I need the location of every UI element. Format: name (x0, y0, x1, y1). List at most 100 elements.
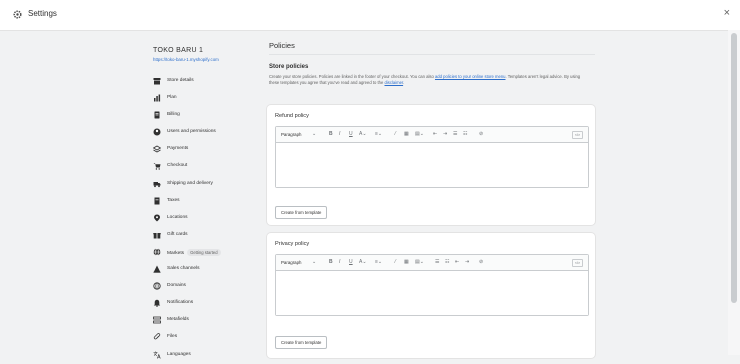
sidebar-item-label: Shipping and delivery (167, 180, 213, 186)
sidebar-item-checkout[interactable]: Checkout (139, 158, 255, 175)
show-html-button[interactable]: </> (572, 259, 583, 267)
sidebar-item-label: Users and permissions (167, 129, 216, 135)
link-icon[interactable]: ⁄ (395, 259, 396, 265)
sidebar-item-label-text: Markets (167, 250, 185, 256)
sidebar-item-payments[interactable]: Payments (139, 141, 255, 158)
numbered-list-icon[interactable]: ☷ (445, 259, 449, 265)
privacy-policy-editor[interactable] (276, 271, 588, 315)
align-icon[interactable]: ≡⌄ (375, 259, 382, 265)
image-icon[interactable]: ▦ (404, 131, 409, 137)
sidebar-item-sales-channels[interactable]: Sales channels (139, 261, 255, 278)
domain-icon (153, 282, 161, 290)
editor-toolbar: Paragraph ⌄ B I U A⌄ ≡⌄ ⁄ ▦ ▤⌄ ⇤ ⇥ ☰ ☷ ⊘… (276, 127, 588, 143)
clear-format-icon[interactable]: ⊘ (479, 259, 483, 265)
billing-icon (154, 111, 160, 119)
sidebar-item-metafields[interactable]: Metafields (139, 312, 255, 329)
close-icon[interactable]: × (724, 7, 730, 19)
sidebar-item-taxes[interactable]: Taxes (139, 193, 255, 210)
card-title: Privacy policy (275, 241, 310, 247)
sidebar-item-billing[interactable]: Billing (139, 107, 255, 124)
sidebar-item-label: Domains (167, 283, 186, 289)
format-select[interactable]: Paragraph (281, 260, 302, 265)
page-title: Policies (269, 41, 295, 50)
store-name: TOKO BARU 1 (153, 47, 204, 54)
italic-icon[interactable]: I (339, 259, 340, 265)
align-icon[interactable]: ≡⌄ (375, 131, 382, 137)
card-title: Refund policy (275, 113, 309, 119)
image-icon[interactable]: ▦ (404, 259, 409, 265)
sidebar-item-label: Metafields (167, 317, 189, 323)
payments-icon (153, 145, 161, 153)
gear-icon (13, 10, 22, 19)
sidebar-item-files[interactable]: Files (139, 329, 255, 346)
window-titlebar: Settings × (0, 0, 740, 31)
underline-icon[interactable]: U (349, 259, 353, 265)
privacy-policy-card: Privacy policy Paragraph ⌄ B I U A⌄ ≡⌄ ⁄… (267, 233, 595, 358)
chevron-down-icon[interactable]: ⌄ (312, 259, 316, 265)
users-icon (153, 128, 161, 136)
gift-icon (153, 232, 161, 239)
bullet-list-icon[interactable]: ☰ (453, 131, 457, 137)
text-color-icon[interactable]: A⌄ (359, 259, 367, 265)
chevron-down-icon[interactable]: ⌄ (312, 131, 316, 137)
rich-text-editor: Paragraph ⌄ B I U A⌄ ≡⌄ ⁄ ▦ ▤⌄ ☰ ☷ ⇤ ⇥ ⊘… (275, 254, 589, 316)
online-store-menu-link[interactable]: add policies to your online store menu (435, 74, 506, 79)
sidebar-item-shipping[interactable]: Shipping and delivery (139, 176, 255, 193)
editor-toolbar: Paragraph ⌄ B I U A⌄ ≡⌄ ⁄ ▦ ▤⌄ ☰ ☷ ⇤ ⇥ ⊘… (276, 255, 588, 271)
sidebar-item-locations[interactable]: Locations (139, 210, 255, 227)
checkout-icon (153, 163, 161, 171)
refund-create-from-template-button[interactable]: Create from template (275, 206, 328, 219)
numbered-list-icon[interactable]: ☷ (463, 131, 467, 137)
show-html-button[interactable]: </> (572, 131, 583, 139)
section-description-text: . (403, 80, 405, 85)
video-icon[interactable]: ▤⌄ (415, 131, 424, 137)
scrollbar-thumb[interactable] (731, 33, 737, 303)
outdent-icon[interactable]: ⇤ (455, 259, 459, 265)
sidebar-item-label: Gift cards (167, 231, 188, 237)
format-select[interactable]: Paragraph (281, 132, 302, 137)
paperclip-icon (153, 333, 161, 340)
section-title: Store policies (269, 64, 309, 70)
bold-icon[interactable]: B (329, 131, 333, 137)
redo-icon[interactable]: ⇥ (443, 131, 447, 137)
sidebar-item-store-details[interactable]: Store details (139, 73, 255, 90)
undo-icon[interactable]: ⇤ (433, 131, 437, 137)
section-description: Create your store policies. Policies are… (269, 74, 591, 86)
link-icon[interactable]: ⁄ (395, 131, 396, 137)
sidebar-item-markets[interactable]: Markets Getting started (139, 244, 255, 261)
privacy-create-from-template-button[interactable]: Create from template (275, 336, 328, 349)
underline-icon[interactable]: U (349, 131, 353, 137)
bullet-list-icon[interactable]: ☰ (435, 259, 439, 265)
store-url-link[interactable]: https://toko-baru-1.myshopify.com (153, 57, 219, 62)
sidebar-item-gift-cards[interactable]: Gift cards (139, 227, 255, 244)
sidebar-item-domains[interactable]: Domains (139, 278, 255, 295)
sidebar-item-notifications[interactable]: Notifications (139, 295, 255, 312)
sidebar-item-label: Locations (167, 214, 188, 220)
sidebar-item-languages[interactable]: Languages (139, 347, 255, 364)
rich-text-editor: Paragraph ⌄ B I U A⌄ ≡⌄ ⁄ ▦ ▤⌄ ⇤ ⇥ ☰ ☷ ⊘… (275, 126, 589, 188)
plan-icon (154, 94, 161, 102)
refund-policy-editor[interactable] (276, 143, 588, 187)
sidebar-item-users[interactable]: Users and permissions (139, 124, 255, 141)
video-icon[interactable]: ▤⌄ (415, 259, 424, 265)
sidebar-item-plan[interactable]: Plan (139, 90, 255, 107)
section-description-text: Create your store policies. Policies are… (269, 74, 435, 79)
truck-icon (153, 181, 161, 187)
metafields-icon (153, 316, 161, 324)
window-title: Settings (28, 9, 57, 18)
sidebar-item-label: Taxes (167, 197, 180, 203)
sidebar-item-label: Sales channels (167, 266, 200, 272)
sidebar-item-label: Payments (167, 146, 189, 152)
globe-icon (153, 248, 161, 256)
channels-icon (153, 265, 161, 273)
refund-policy-card: Refund policy Paragraph ⌄ B I U A⌄ ≡⌄ ⁄ … (267, 105, 595, 225)
text-color-icon[interactable]: A⌄ (359, 131, 367, 137)
sidebar-item-label: Languages (167, 351, 191, 357)
sidebar-item-label: Notifications (167, 300, 194, 306)
disclaimer-link[interactable]: disclaimer (384, 80, 403, 85)
indent-icon[interactable]: ⇥ (465, 259, 469, 265)
bold-icon[interactable]: B (329, 259, 333, 265)
italic-icon[interactable]: I (339, 131, 340, 137)
clear-format-icon[interactable]: ⊘ (479, 131, 483, 137)
taxes-icon (154, 197, 160, 205)
